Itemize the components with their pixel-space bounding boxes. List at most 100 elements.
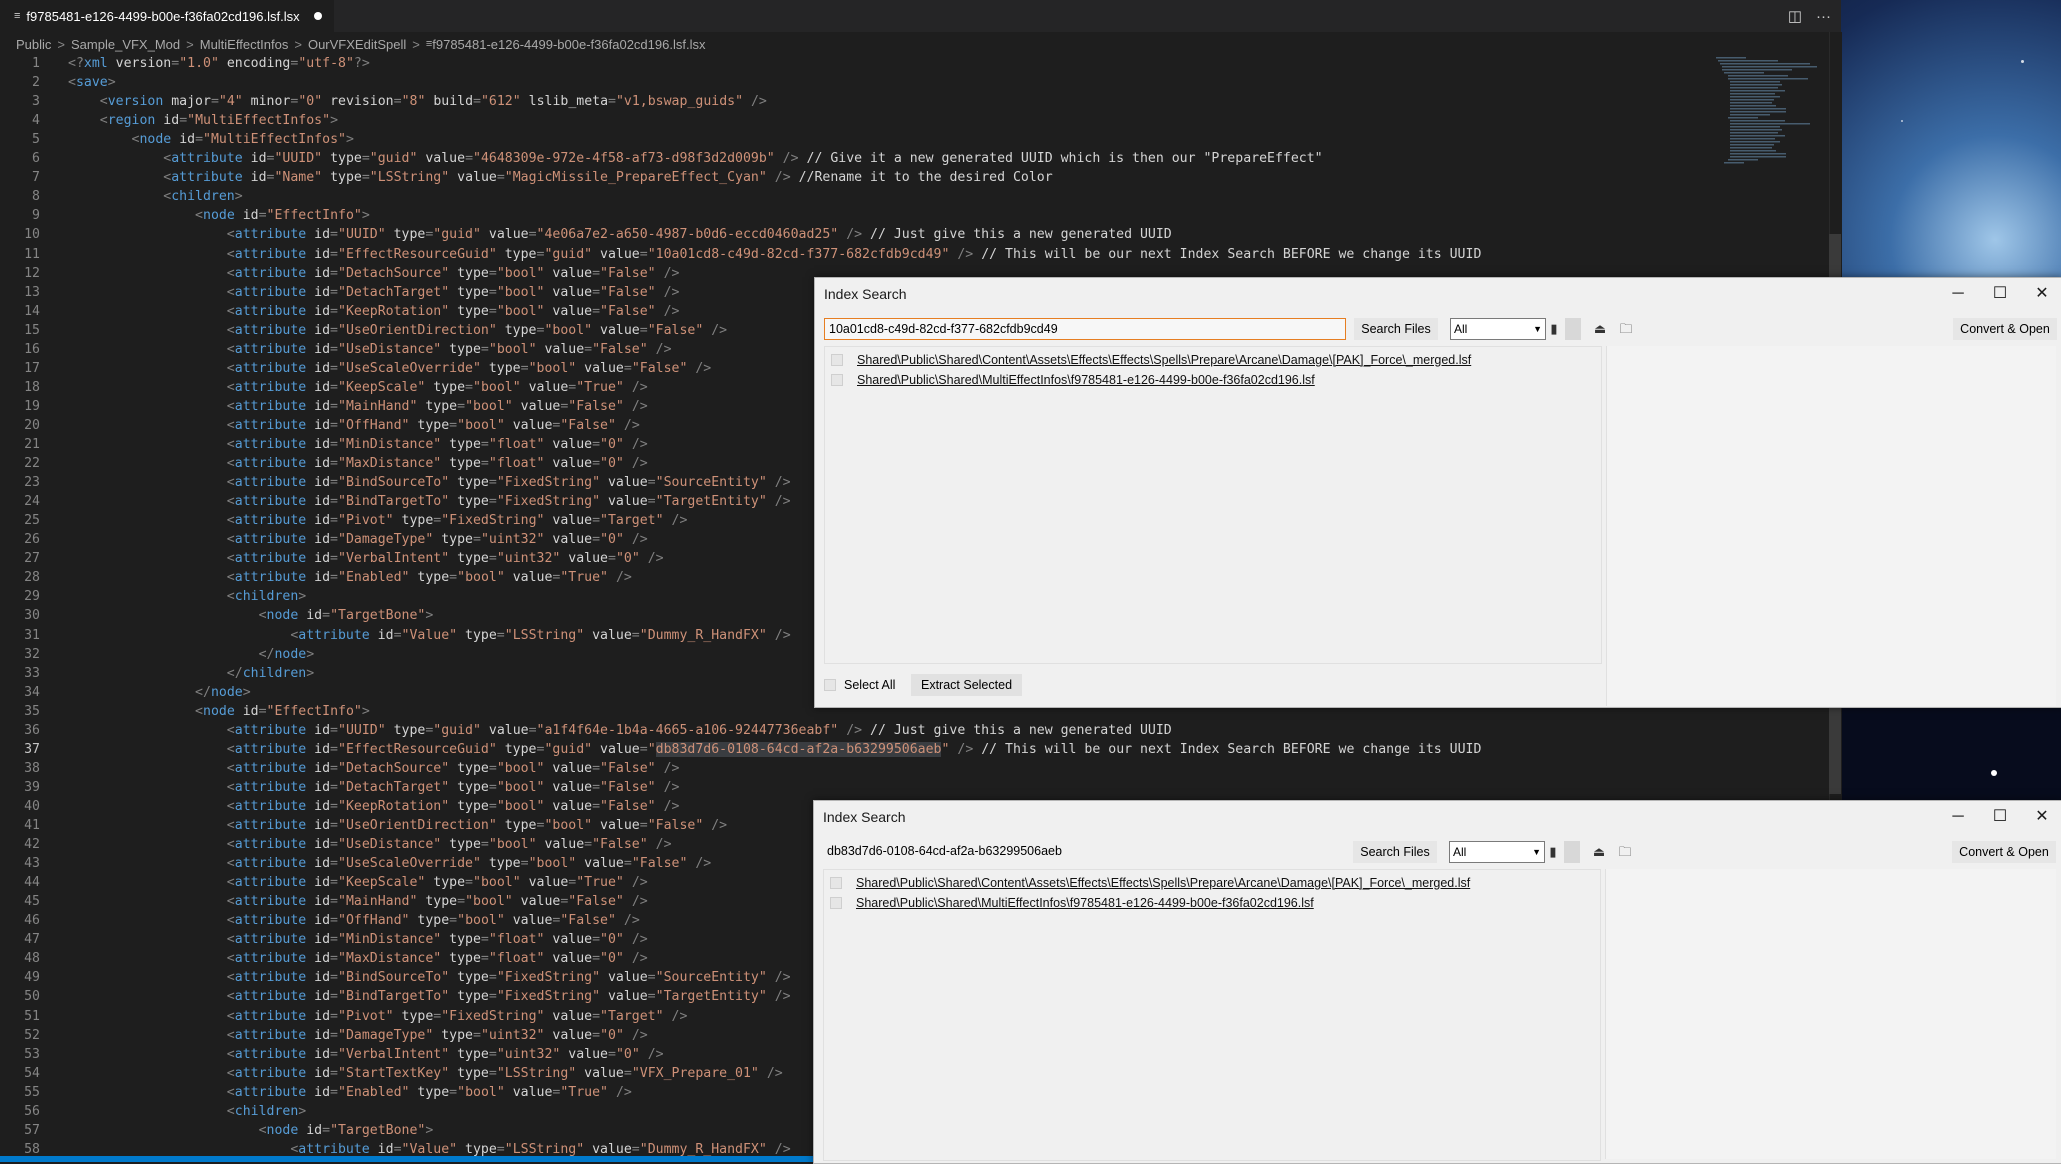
extract-icon[interactable]: ⏏: [1589, 318, 1611, 340]
breadcrumb-item[interactable]: Public: [16, 37, 51, 52]
code-text[interactable]: <attribute id="KeepRotation" type="bool"…: [68, 797, 680, 816]
code-text[interactable]: <attribute id="MaxDistance" type="float"…: [68, 949, 648, 968]
code-text[interactable]: <node id="MultiEffectInfos">: [68, 130, 354, 149]
extract-icon[interactable]: ⏏: [1588, 841, 1610, 863]
code-text[interactable]: <attribute id="Pivot" type="FixedString"…: [68, 1007, 688, 1026]
convert-open-button[interactable]: Convert & Open: [1953, 318, 2057, 340]
code-text[interactable]: <save>: [68, 73, 116, 92]
code-text[interactable]: <attribute id="UseOrientDirection" type=…: [68, 816, 727, 835]
code-text[interactable]: <attribute id="MainHand" type="bool" val…: [68, 892, 648, 911]
search-files-button[interactable]: Search Files: [1353, 841, 1437, 863]
breadcrumb-item[interactable]: MultiEffectInfos: [200, 37, 289, 52]
search-files-button[interactable]: Search Files: [1354, 318, 1438, 340]
breadcrumb-item[interactable]: Sample_VFX_Mod: [71, 37, 180, 52]
code-text[interactable]: <attribute id="UseScaleOverride" type="b…: [68, 359, 711, 378]
row-checkbox[interactable]: [831, 354, 843, 366]
code-text[interactable]: <attribute id="KeepScale" type="bool" va…: [68, 378, 648, 397]
pin-icon[interactable]: ▮: [1547, 318, 1561, 340]
code-text[interactable]: <attribute id="UseDistance" type="bool" …: [68, 340, 672, 359]
code-text[interactable]: <children>: [68, 187, 242, 206]
code-text[interactable]: <attribute id="DetachTarget" type="bool"…: [68, 778, 680, 797]
code-text[interactable]: <attribute id="UUID" type="guid" value="…: [68, 225, 1172, 244]
list-item[interactable]: Shared\Public\Shared\MultiEffectInfos\f9…: [831, 370, 1315, 390]
code-text[interactable]: <attribute id="UseScaleOverride" type="b…: [68, 854, 711, 873]
folder-icon[interactable]: 🗀: [1615, 318, 1637, 340]
code-text[interactable]: <attribute id="DamageType" type="uint32"…: [68, 1026, 648, 1045]
code-text[interactable]: <children>: [68, 1102, 306, 1121]
code-text[interactable]: <attribute id="KeepRotation" type="bool"…: [68, 302, 680, 321]
code-text[interactable]: <node id="EffectInfo">: [68, 702, 370, 721]
code-text[interactable]: <attribute id="DetachTarget" type="bool"…: [68, 283, 680, 302]
code-text[interactable]: <attribute id="UUID" type="guid" value="…: [68, 149, 1322, 168]
filter-select[interactable]: All ▼: [1450, 318, 1546, 340]
row-checkbox[interactable]: [830, 877, 842, 889]
code-text[interactable]: <attribute id="MinDistance" type="float"…: [68, 930, 648, 949]
code-text[interactable]: </children>: [68, 664, 314, 683]
filter-select[interactable]: All ▼: [1449, 841, 1545, 863]
code-text[interactable]: <attribute id="UseOrientDirection" type=…: [68, 321, 727, 340]
code-text[interactable]: <attribute id="Pivot" type="FixedString"…: [68, 511, 688, 530]
search-input[interactable]: 10a01cd8-c49d-82cd-f377-682cfdb9cd49: [824, 318, 1346, 340]
editor-tab[interactable]: ≡ f9785481-e126-4499-b00e-f36fa02cd196.l…: [0, 0, 334, 32]
code-text[interactable]: <attribute id="Enabled" type="bool" valu…: [68, 568, 632, 587]
row-checkbox[interactable]: [831, 374, 843, 386]
code-text[interactable]: <attribute id="OffHand" type="bool" valu…: [68, 911, 640, 930]
code-text[interactable]: <attribute id="MinDistance" type="float"…: [68, 435, 648, 454]
code-text[interactable]: <attribute id="DetachSource" type="bool"…: [68, 264, 680, 283]
maximize-icon[interactable]: ☐: [1980, 801, 2020, 833]
minimap[interactable]: [1712, 54, 1822, 184]
code-text[interactable]: <attribute id="Value" type="LSString" va…: [68, 626, 790, 645]
code-text[interactable]: <node id="EffectInfo">: [68, 206, 370, 225]
code-text[interactable]: <attribute id="MaxDistance" type="float"…: [68, 454, 648, 473]
breadcrumb-item[interactable]: OurVFXEditSpell: [308, 37, 406, 52]
extract-selected-button[interactable]: Extract Selected: [911, 674, 1023, 696]
code-text[interactable]: <attribute id="Name" type="LSString" val…: [68, 168, 1052, 187]
code-text[interactable]: <attribute id="DetachSource" type="bool"…: [68, 759, 680, 778]
row-checkbox[interactable]: [830, 897, 842, 909]
minimize-icon[interactable]: ─: [1938, 278, 1978, 310]
list-item[interactable]: Shared\Public\Shared\Content\Assets\Effe…: [831, 350, 1471, 370]
code-text[interactable]: </node>: [68, 645, 315, 664]
code-text[interactable]: <attribute id="BindTargetTo" type="Fixed…: [68, 987, 791, 1006]
code-text[interactable]: <attribute id="UUID" type="guid" value="…: [68, 721, 1172, 740]
code-text[interactable]: <attribute id="BindTargetTo" type="Fixed…: [68, 492, 791, 511]
code-text[interactable]: <node id="TargetBone">: [68, 606, 434, 625]
select-all-checkbox[interactable]: [824, 679, 836, 691]
close-icon[interactable]: ✕: [2022, 278, 2061, 310]
code-text[interactable]: <attribute id="Enabled" type="bool" valu…: [68, 1083, 632, 1102]
result-path[interactable]: Shared\Public\Shared\Content\Assets\Effe…: [856, 873, 1470, 893]
code-text[interactable]: <attribute id="KeepScale" type="bool" va…: [68, 873, 648, 892]
code-text[interactable]: <attribute id="DamageType" type="uint32"…: [68, 530, 648, 549]
code-text[interactable]: </node>: [68, 683, 251, 702]
code-text[interactable]: <attribute id="VerbalIntent" type="uint3…: [68, 1045, 664, 1064]
list-item[interactable]: Shared\Public\Shared\MultiEffectInfos\f9…: [830, 893, 1314, 913]
minimize-icon[interactable]: ─: [1938, 801, 1978, 833]
code-text[interactable]: <attribute id="VerbalIntent" type="uint3…: [68, 549, 664, 568]
code-text[interactable]: <attribute id="MainHand" type="bool" val…: [68, 397, 648, 416]
pin-icon[interactable]: ▮: [1546, 841, 1560, 863]
maximize-icon[interactable]: ☐: [1980, 278, 2020, 310]
code-text[interactable]: <attribute id="BindSourceTo" type="Fixed…: [68, 473, 791, 492]
toggle-button[interactable]: [1565, 318, 1581, 340]
convert-open-button[interactable]: Convert & Open: [1952, 841, 2056, 863]
code-text[interactable]: <attribute id="EffectResourceGuid" type=…: [68, 740, 1481, 759]
result-path[interactable]: Shared\Public\Shared\MultiEffectInfos\f9…: [857, 370, 1315, 390]
code-text[interactable]: <attribute id="OffHand" type="bool" valu…: [68, 416, 640, 435]
close-icon[interactable]: ✕: [2022, 801, 2061, 833]
code-text[interactable]: <attribute id="EffectResourceGuid" type=…: [68, 245, 1482, 264]
breadcrumb-item[interactable]: f9785481-e126-4499-b00e-f36fa02cd196.lsf…: [432, 37, 705, 52]
list-item[interactable]: Shared\Public\Shared\Content\Assets\Effe…: [830, 873, 1470, 893]
code-text[interactable]: <?xml version="1.0" encoding="utf-8"?>: [68, 54, 370, 73]
select-all-control[interactable]: Select All: [824, 674, 895, 696]
code-text[interactable]: <attribute id="StartTextKey" type="LSStr…: [68, 1064, 783, 1083]
result-path[interactable]: Shared\Public\Shared\MultiEffectInfos\f9…: [856, 893, 1314, 913]
result-path[interactable]: Shared\Public\Shared\Content\Assets\Effe…: [857, 350, 1471, 370]
code-text[interactable]: <attribute id="BindSourceTo" type="Fixed…: [68, 968, 791, 987]
code-text[interactable]: <attribute id="UseDistance" type="bool" …: [68, 835, 672, 854]
search-input[interactable]: db83d7d6-0108-64cd-af2a-b63299506aeb: [823, 841, 1345, 863]
more-actions-icon[interactable]: ···: [1816, 8, 1831, 25]
code-text[interactable]: <region id="MultiEffectInfos">: [68, 111, 338, 130]
code-text[interactable]: <children>: [68, 587, 306, 606]
split-editor-icon[interactable]: ◫: [1788, 7, 1802, 25]
code-text[interactable]: <version major="4" minor="0" revision="8…: [68, 92, 767, 111]
